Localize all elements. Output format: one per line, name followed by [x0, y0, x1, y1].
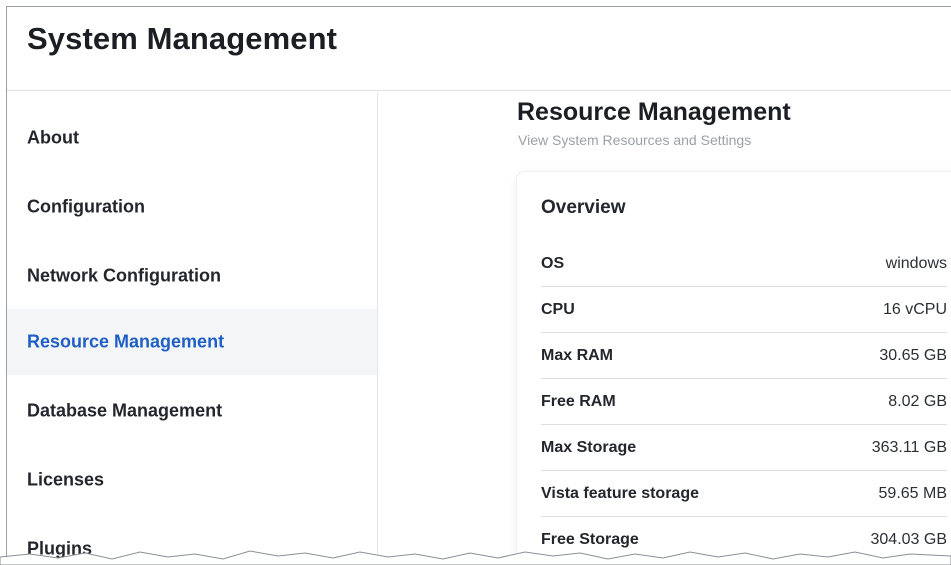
main-content: Resource Management View System Resource…: [379, 92, 951, 565]
row-label: Vista feature storage: [541, 484, 699, 502]
sidebar-item-network-configuration[interactable]: Network Configuration: [7, 243, 377, 309]
sidebar-item-label: About: [27, 127, 79, 148]
sidebar-item-database-management[interactable]: Database Management: [7, 378, 377, 444]
sidebar-item-plugins[interactable]: Plugins: [7, 516, 377, 565]
overview-title: Overview: [541, 197, 626, 218]
row-label: Free Storage: [541, 531, 639, 548]
app-title: System Management: [27, 21, 338, 56]
row-label: Free RAM: [541, 392, 616, 410]
row-value: 59.65 MB: [878, 484, 947, 502]
overview-row-os: OS windows: [541, 241, 947, 287]
overview-row-free-storage: Free Storage 304.03 GB: [541, 517, 947, 563]
sidebar-item-label: Database Management: [27, 400, 223, 421]
app-header: System Management: [7, 7, 951, 91]
sidebar-item-resource-management[interactable]: Resource Management: [7, 309, 377, 375]
row-value: 30.65 GB: [879, 346, 947, 364]
row-value: 304.03 GB: [870, 531, 948, 548]
sidebar-item-label: Resource Management: [27, 331, 225, 352]
sidebar-item-configuration[interactable]: Configuration: [7, 174, 377, 240]
overview-row-max-ram: Max RAM 30.65 GB: [541, 333, 947, 379]
sidebar-item-licenses[interactable]: Licenses: [7, 447, 377, 513]
sidebar-item-label: Network Configuration: [27, 265, 221, 286]
row-label: CPU: [541, 300, 575, 318]
overview-row-vista-feature-storage: Vista feature storage 59.65 MB: [541, 471, 947, 517]
sidebar-item-about[interactable]: About: [7, 105, 377, 171]
sidebar: About Configuration Network Configuratio…: [7, 92, 378, 565]
row-value: windows: [885, 254, 947, 272]
row-value: 363.11 GB: [871, 438, 947, 456]
overview-row-max-storage: Max Storage 363.11 GB: [541, 425, 947, 471]
overview-card: Overview OS windows CPU 16 vCPU Max RAM …: [517, 172, 951, 565]
sidebar-item-label: Plugins: [27, 538, 93, 559]
row-label: Max Storage: [541, 438, 637, 456]
overview-row-free-ram: Free RAM 8.02 GB: [541, 379, 947, 425]
sidebar-item-label: Configuration: [27, 196, 145, 217]
page-subtitle: View System Resources and Settings: [518, 132, 752, 148]
row-value: 16 vCPU: [882, 300, 947, 318]
page-title: Resource Management: [517, 98, 791, 126]
row-label: OS: [541, 254, 565, 272]
row-value: 8.02 GB: [888, 392, 947, 410]
overview-row-cpu: CPU 16 vCPU: [541, 287, 947, 333]
row-label: Max RAM: [541, 346, 614, 364]
app-window: System Management About Configuration Ne…: [6, 6, 951, 565]
sidebar-item-label: Licenses: [27, 469, 105, 490]
